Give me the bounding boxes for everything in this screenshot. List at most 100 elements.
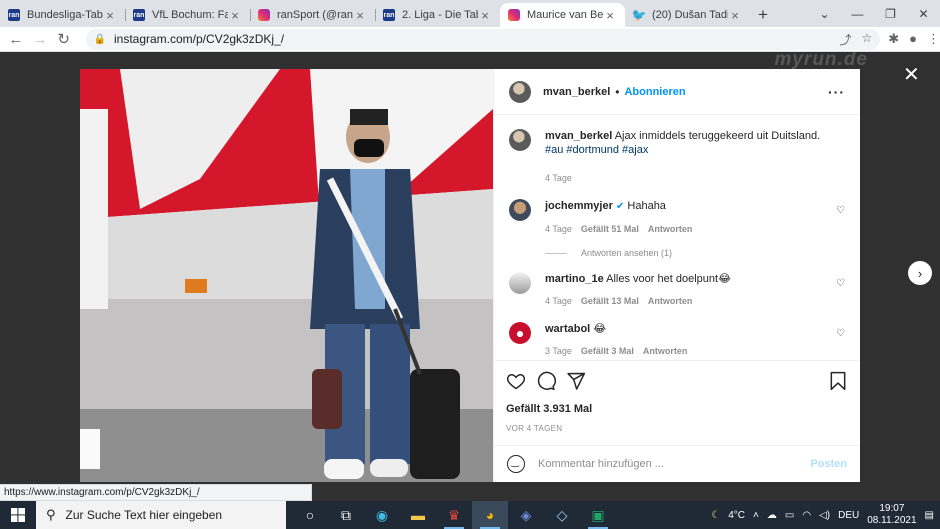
bookmark-star-icon[interactable]: ☆ [861,31,872,48]
caption-time[interactable]: 4 Tage [545,171,572,185]
comment-likes[interactable]: Gefällt 13 Mal [581,294,639,308]
share-icon[interactable]: ⤴ [839,31,851,48]
ran-favicon-icon: ran [133,9,145,21]
search-icon: ⚲ [46,507,56,522]
profile-icon[interactable]: ● [909,31,917,47]
wifi-icon[interactable]: ◠ [802,510,811,521]
view-replies-button[interactable]: Antworten ansehen (1) [545,248,845,258]
excel-icon[interactable]: ▣ [580,501,616,529]
cortana-icon[interactable]: ○ [292,501,328,529]
file-explorer-icon[interactable]: ▬ [400,501,436,529]
comment-username[interactable]: martino_1e [545,273,604,285]
like-comment-heart-icon[interactable]: ♡ [836,278,845,289]
close-icon[interactable]: ✕ [903,65,920,85]
tab-maurice-van-berkel[interactable]: Maurice van Berkel × [500,3,625,27]
post-timestamp[interactable]: VOR 4 TAGEN [506,424,848,433]
close-tab-icon[interactable]: × [728,8,742,23]
comment-username[interactable]: wartabol [545,323,590,335]
network-icon[interactable]: ▭ [785,510,794,521]
like-comment-heart-icon[interactable]: ♡ [836,205,845,216]
likes-count[interactable]: Gefällt 3.931 Mal [506,403,848,415]
avatar[interactable] [509,272,531,294]
emoji-icon[interactable] [507,455,525,473]
reply-button[interactable]: Antworten [643,344,688,358]
extensions-icon[interactable]: ✱ [888,31,899,47]
close-tab-icon[interactable]: × [103,8,117,23]
comment-input[interactable] [538,458,811,470]
comment-likes[interactable]: Gefällt 3 Mal [581,344,634,358]
avatar[interactable] [509,322,531,344]
close-window-icon[interactable]: ✕ [907,7,940,21]
app-red-icon[interactable]: ♛ [436,501,472,529]
browser-toolbar: ← → ↻ 🔒 instagram.com/p/CV2gk3zDKj_/ ⤴ ☆… [0,27,940,52]
task-view-icon[interactable]: ⧉ [328,501,364,529]
comment-text: Hahaha [627,200,666,212]
language-indicator[interactable]: DEU [838,510,859,521]
maximize-icon[interactable]: ❐ [874,7,907,21]
avatar[interactable] [509,129,531,151]
tab-title: (20) Dušan Tadić (@ [652,9,728,21]
start-button[interactable] [0,508,36,522]
reply-button[interactable]: Antworten [648,222,693,236]
close-tab-icon[interactable]: × [353,8,367,23]
like-comment-heart-icon[interactable]: ♡ [836,328,845,339]
author-username[interactable]: mvan_berkel [543,86,610,98]
more-options-icon[interactable]: ··· [828,84,845,100]
tab-bundesliga-tabelle[interactable]: ran Bundesliga-Tabelle × [0,3,125,27]
app-blue-icon[interactable]: ◈ [508,501,544,529]
tab-search-icon[interactable]: ⌄ [808,7,841,21]
comment-time[interactable]: 3 Tage [545,344,572,358]
notifications-icon[interactable]: ▤ [925,510,934,521]
new-tab-button[interactable]: + [750,3,776,27]
menu-icon[interactable]: ⋮ [927,31,940,47]
minimize-icon[interactable]: — [841,7,874,21]
comment-time[interactable]: 4 Tage [545,294,572,308]
tab-dusan-tadic[interactable]: 🐦 (20) Dušan Tadić (@ × [625,3,750,27]
heart-icon[interactable] [506,371,526,391]
back-icon[interactable]: ← [4,31,28,48]
comment-username[interactable]: jochemmyjer [545,200,613,212]
post-comment-button[interactable]: Posten [810,458,847,470]
comment-text: Alles voor het doelpunt😂 [606,273,731,285]
comment-icon[interactable] [536,371,556,391]
windows-logo-icon [11,508,25,522]
avatar[interactable] [509,199,531,221]
edge-icon[interactable]: ◉ [364,501,400,529]
chrome-icon[interactable]: ◕ [472,501,508,529]
tab-ransport[interactable]: ranSport (@ranspo × [250,3,375,27]
post-modal: mvan_berkel • Abonnieren ··· mvan_berkel… [80,69,860,482]
weather-moon-icon[interactable]: ☾ [711,510,720,521]
avatar[interactable] [509,80,531,103]
cloud-icon[interactable]: ☁ [767,510,777,521]
notepad-icon[interactable]: ◇ [544,501,580,529]
tab-2-liga[interactable]: ran 2. Liga - Die Tabelle × [375,3,500,27]
forward-icon[interactable]: → [28,31,52,48]
address-bar[interactable]: 🔒 instagram.com/p/CV2gk3zDKj_/ ⤴ ☆ [85,28,881,50]
clock[interactable]: 19:07 08.11.2021 [867,503,916,527]
post-header: mvan_berkel • Abonnieren ··· [494,69,860,115]
comment-likes[interactable]: Gefällt 51 Mal [581,222,639,236]
close-tab-icon[interactable]: × [603,8,617,23]
tab-title: 2. Liga - Die Tabelle [402,9,478,21]
url-text: instagram.com/p/CV2gk3zDKj_/ [113,32,285,46]
taskbar-search[interactable]: ⚲ Zur Suche Text hier eingeben [36,501,286,529]
chevron-up-icon[interactable]: ˄ [753,510,759,521]
comment-time[interactable]: 4 Tage [545,222,572,236]
next-post-button[interactable]: › [908,261,932,285]
share-direct-icon[interactable] [566,371,586,391]
weather-temp[interactable]: 4°C [728,510,745,521]
reply-button[interactable]: Antworten [648,294,693,308]
bookmark-icon[interactable] [828,371,848,391]
reload-icon[interactable]: ↻ [52,30,76,48]
comments-list[interactable]: mvan_berkel Ajax inmiddels teruggekeerd … [494,115,860,360]
follow-button[interactable]: Abonnieren [624,86,685,98]
caption-hashtags[interactable]: #au #dortmund #ajax [545,144,648,156]
volume-icon[interactable]: ◁) [819,510,830,521]
close-tab-icon[interactable]: × [228,8,242,23]
close-tab-icon[interactable]: × [478,8,492,23]
lock-icon[interactable]: 🔒 [94,34,106,45]
system-tray: ☾ 4°C ˄ ☁ ▭ ◠ ◁) DEU 19:07 08.11.2021 ▤ [711,503,940,527]
caption-username[interactable]: mvan_berkel [545,130,612,142]
tab-vfl-bochum[interactable]: ran VfL Bochum: Fans n × [125,3,250,27]
post-photo[interactable] [80,69,493,482]
